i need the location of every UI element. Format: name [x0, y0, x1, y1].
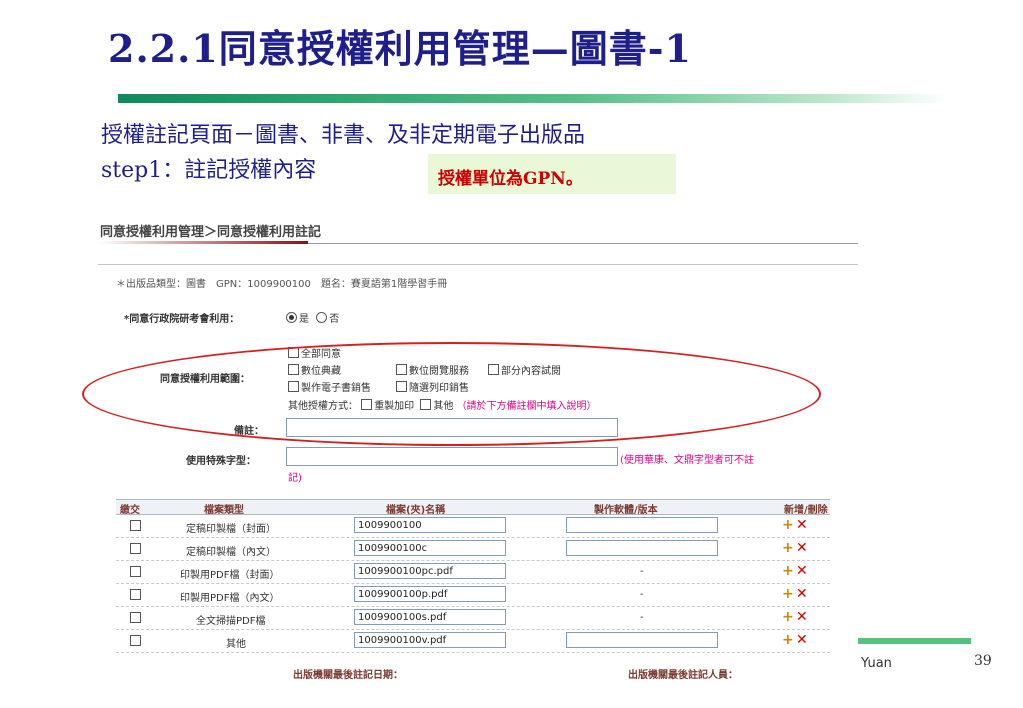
th-submit: 繳交	[120, 505, 140, 516]
th-software: 製作軟體/版本	[594, 505, 658, 516]
delete-icon[interactable]: ✕	[796, 540, 808, 556]
breadcrumb: 同意授權利用管理＞同意授權利用註記	[100, 225, 322, 240]
slide-subtitle-line2: step1：註記授權內容	[101, 158, 317, 183]
submit-checkbox[interactable]	[130, 520, 141, 531]
consent-yes-label: 是	[299, 314, 309, 325]
add-icon[interactable]: +	[782, 540, 794, 556]
footer-accent-bar	[858, 638, 971, 644]
page-number: 39	[974, 653, 992, 669]
special-font-label: 使用特殊字型：	[186, 456, 256, 467]
delete-icon[interactable]: ✕	[796, 517, 808, 533]
table-header: 繳交 檔案類型 檔案(夾)名稱 製作軟體/版本 新增/刪除	[116, 499, 830, 516]
slide-subtitle-line1: 授權註記頁面－圖書、非書、及非定期電子出版品	[101, 123, 586, 148]
submit-checkbox[interactable]	[130, 612, 141, 623]
table-row: 定稿印製檔（內文） 1009900100c + ✕	[116, 538, 830, 561]
file-name-input[interactable]: 1009900100s.pdf	[354, 609, 506, 625]
file-type: 定稿印製檔（內文）	[186, 547, 276, 558]
software-value: -	[640, 612, 644, 623]
consent-options: 是 否	[286, 310, 339, 325]
last-note-date-label: 出版機關最後註記日期：	[293, 670, 403, 681]
file-name-input[interactable]: 1009900100p.pdf	[354, 586, 506, 602]
delete-icon[interactable]: ✕	[796, 632, 808, 648]
delete-icon[interactable]: ✕	[796, 586, 808, 602]
consent-no-label: 否	[329, 314, 340, 325]
file-name-input[interactable]: 1009900100pc.pdf	[354, 563, 506, 579]
add-icon[interactable]: +	[782, 517, 794, 533]
file-name-input[interactable]: 1009900100c	[354, 540, 506, 556]
submit-checkbox[interactable]	[130, 566, 141, 577]
submit-checkbox[interactable]	[130, 543, 141, 554]
software-input[interactable]	[566, 540, 718, 556]
author-name: Yuan	[861, 656, 892, 671]
embedded-screenshot: 同意授權利用管理＞同意授權利用註記 ＊出版品類型：圖書 GPN：10099001…	[88, 207, 860, 687]
consent-yes-radio[interactable]	[286, 312, 297, 323]
add-icon[interactable]: +	[782, 632, 794, 648]
file-type: 全文掃描PDF檔	[196, 616, 266, 627]
table-row: 定稿印製檔（封面） 1009900100 + ✕	[116, 515, 830, 538]
table-row: 印製用PDF檔（內文） 1009900100p.pdf - + ✕	[116, 584, 830, 607]
software-input[interactable]	[566, 632, 718, 648]
consent-no-radio[interactable]	[316, 312, 328, 323]
file-type: 印製用PDF檔（內文）	[180, 593, 280, 604]
slide-title: 2.2.1同意授權利用管理—圖書-1	[108, 26, 692, 71]
delete-icon[interactable]: ✕	[796, 609, 808, 625]
highlight-ellipse	[82, 342, 821, 446]
consent-label: *同意行政院研考會利用：	[124, 314, 240, 325]
section-divider	[98, 264, 858, 265]
title-underline	[118, 94, 946, 103]
special-font-note-cont: 記)	[288, 473, 302, 484]
th-type: 檔案類型	[204, 505, 244, 516]
software-input[interactable]	[566, 517, 718, 533]
table-row: 其他 1009900100v.pdf + ✕	[116, 630, 830, 653]
special-font-note: (使用華康、文鼎字型者可不註	[620, 455, 754, 466]
software-value: -	[640, 589, 644, 600]
file-type: 印製用PDF檔（封面）	[180, 570, 280, 581]
delete-icon[interactable]: ✕	[796, 563, 808, 579]
submit-checkbox[interactable]	[130, 635, 141, 646]
th-add-delete: 新增/刪除	[784, 505, 828, 516]
add-icon[interactable]: +	[782, 609, 794, 625]
file-type: 定稿印製檔（封面）	[186, 524, 276, 535]
table-row: 全文掃描PDF檔 1009900100s.pdf - + ✕	[116, 607, 830, 630]
file-name-input[interactable]: 1009900100	[354, 517, 506, 533]
file-type: 其他	[226, 639, 246, 650]
software-value: -	[640, 566, 644, 577]
special-font-input[interactable]	[286, 447, 618, 466]
note-text: 授權單位為GPN。	[438, 169, 583, 189]
files-table: 繳交 檔案類型 檔案(夾)名稱 製作軟體/版本 新增/刪除 定稿印製檔（封面） …	[116, 499, 830, 653]
publication-info: ＊出版品類型：圖書 GPN：1009900100 題名：賽夏語第1階學習手冊	[116, 279, 448, 290]
file-name-input[interactable]: 1009900100v.pdf	[354, 632, 506, 648]
th-name: 檔案(夾)名稱	[386, 505, 446, 516]
last-note-person-label: 出版機關最後註記人員：	[628, 670, 738, 681]
table-row: 印製用PDF檔（封面） 1009900100pc.pdf - + ✕	[116, 561, 830, 584]
submit-checkbox[interactable]	[130, 589, 141, 600]
breadcrumb-accent	[98, 241, 308, 244]
add-icon[interactable]: +	[782, 563, 794, 579]
add-icon[interactable]: +	[782, 586, 794, 602]
